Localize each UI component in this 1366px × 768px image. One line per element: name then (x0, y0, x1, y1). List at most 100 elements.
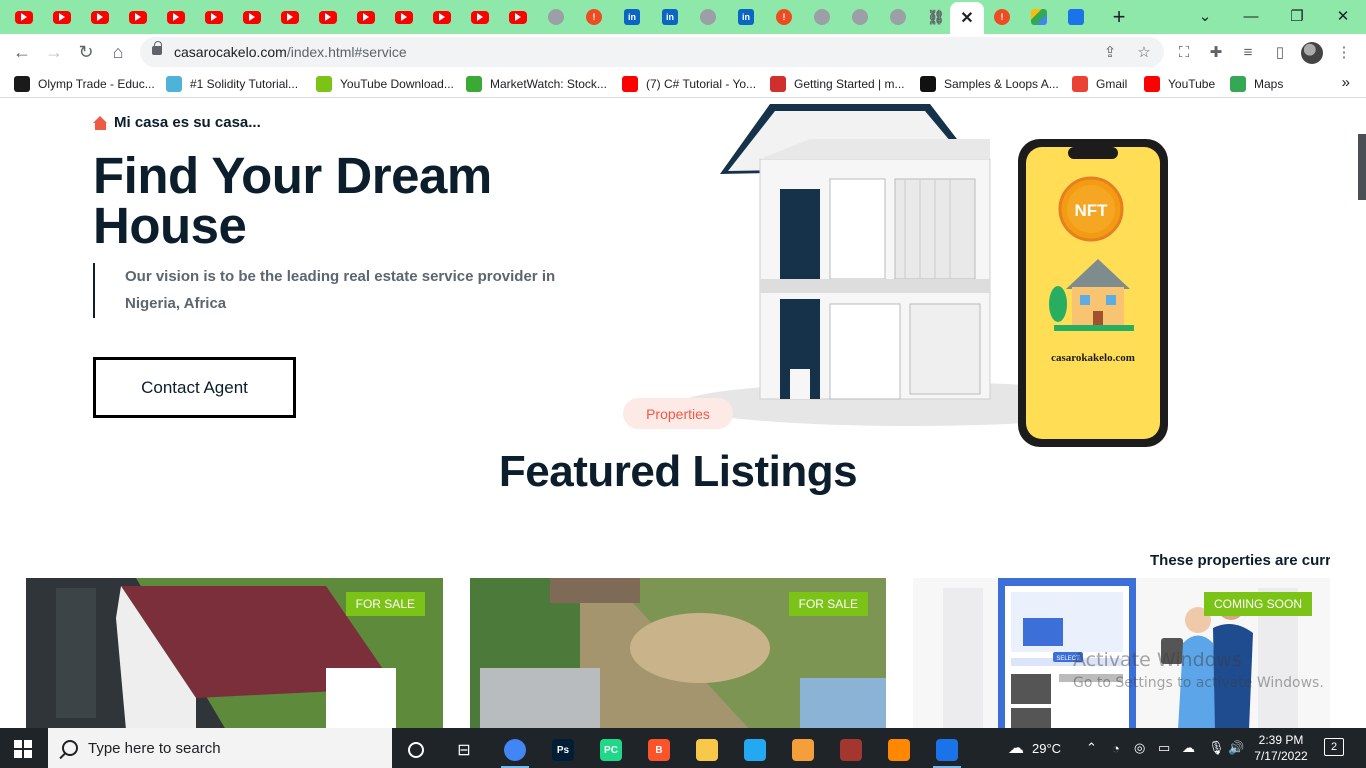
snipping-tool-app[interactable] (925, 732, 969, 768)
file-explorer-app[interactable] (685, 732, 729, 768)
minimize-button[interactable]: — (1228, 0, 1274, 32)
browser-tab[interactable] (846, 5, 874, 29)
watermark-subtitle: Go to Settings to activate Windows. (1073, 675, 1324, 691)
tray-overflow-icon[interactable]: ⌃ (1086, 728, 1097, 768)
listing-card[interactable]: FOR SALE (26, 578, 443, 728)
bookmark-favicon-icon (622, 76, 638, 92)
contact-agent-button[interactable]: Contact Agent (93, 357, 296, 418)
microphone-icon[interactable]: 🎙 (1208, 728, 1225, 768)
browser-tab[interactable] (884, 5, 912, 29)
menu-icon[interactable]: ⋮ (1333, 41, 1355, 63)
bookmark-favicon-icon (466, 76, 482, 92)
taskbar-search[interactable]: Type here to search (48, 728, 392, 768)
browser-tab[interactable] (466, 5, 494, 29)
globe-icon (814, 9, 830, 25)
close-tab-icon[interactable]: ✕ (960, 8, 973, 28)
battery-icon[interactable]: ▭ (1158, 728, 1170, 768)
bookmark-item[interactable]: YouTube (1144, 76, 1215, 92)
browser-tab[interactable] (694, 5, 722, 29)
browser-tab[interactable] (390, 5, 418, 29)
browser-tab[interactable]: in (618, 5, 646, 29)
extensions-icon[interactable]: ✚ (1205, 41, 1227, 63)
restore-button[interactable]: ❐ (1274, 0, 1320, 32)
bookmark-item[interactable]: YouTube Download... (316, 76, 454, 92)
pycharm-icon: PC (600, 739, 622, 761)
onedrive-icon[interactable]: ☁ (1182, 728, 1195, 768)
meet-now-icon[interactable]: ◎ (1134, 728, 1145, 768)
browser-tab[interactable]: ⛓ (922, 5, 950, 29)
browser-tab[interactable]: ! (770, 5, 798, 29)
media-control-icon[interactable]: ≡ (1237, 41, 1259, 63)
bookmark-item[interactable]: #1 Solidity Tutorial... (166, 76, 298, 92)
browser-tab[interactable]: in (732, 5, 760, 29)
browser-tab[interactable] (10, 5, 38, 29)
share-icon[interactable]: ⇪ (1100, 42, 1120, 62)
bookmark-item[interactable]: Olymp Trade - Educ... (14, 76, 155, 92)
search-icon (62, 740, 78, 756)
bookmark-label: Olymp Trade - Educ... (38, 77, 155, 91)
bookmark-item[interactable]: Getting Started | m... (770, 76, 905, 92)
browser-tab[interactable] (504, 5, 532, 29)
cast-icon[interactable]: ⛶ (1173, 41, 1195, 63)
bookmarks-overflow-icon[interactable]: » (1342, 74, 1350, 91)
scrollbar-thumb[interactable] (1358, 134, 1366, 200)
volume-icon[interactable]: 🔊 (1228, 728, 1244, 768)
browser-tab[interactable] (238, 5, 266, 29)
browser-tab[interactable] (276, 5, 304, 29)
windows-start-button[interactable] (14, 740, 32, 758)
browser-tab[interactable] (352, 5, 380, 29)
browser-tab[interactable] (542, 5, 570, 29)
side-panel-icon[interactable]: ▯ (1269, 41, 1291, 63)
bookmark-item[interactable]: Maps (1230, 76, 1283, 92)
home-button[interactable]: ⌂ (104, 38, 132, 66)
bookmark-item[interactable]: (7) C# Tutorial - Yo... (622, 76, 756, 92)
back-button[interactable]: ← (8, 38, 36, 66)
clock-date: 7/17/2022 (1254, 749, 1308, 763)
listing-card[interactable]: FOR SALE (470, 578, 886, 728)
browser-tab[interactable]: ! (580, 5, 608, 29)
chrome-app[interactable] (493, 732, 537, 768)
cortana-button[interactable] (394, 732, 438, 768)
close-window-button[interactable]: ✕ (1320, 0, 1366, 32)
task-view-button[interactable]: ⊟ (442, 732, 486, 768)
active-tab[interactable]: ✕ (950, 2, 984, 34)
media-player-app[interactable] (781, 732, 825, 768)
browser-tab[interactable] (1025, 5, 1053, 29)
tab-search-chevron-icon[interactable]: ⌄ (1182, 0, 1228, 32)
link-icon: ⛓ (927, 8, 945, 25)
bookmark-item[interactable]: Gmail (1072, 76, 1127, 92)
browser-tab[interactable] (48, 5, 76, 29)
photoshop-app[interactable]: Ps (541, 732, 585, 768)
system-clock[interactable]: 2:39 PM 7/17/2022 (1252, 732, 1310, 764)
network-icon[interactable]: ◔ (1112, 728, 1120, 768)
browser-tab[interactable]: ! (988, 5, 1016, 29)
browser-tab[interactable] (162, 5, 190, 29)
browser-tab[interactable] (200, 5, 228, 29)
brave-app[interactable]: B (637, 732, 681, 768)
url-text[interactable]: casarocakelo.com/index.html#service (174, 44, 407, 60)
browser-tab[interactable] (1062, 5, 1090, 29)
forward-button[interactable]: → (40, 38, 68, 66)
youtube-icon (53, 10, 71, 24)
bookmark-item[interactable]: Samples & Loops A... (920, 76, 1059, 92)
bookmark-star-icon[interactable]: ☆ (1134, 42, 1154, 62)
address-bar[interactable]: casarocakelo.com/index.html#service ⇪ ☆ (140, 37, 1164, 67)
browser-tab[interactable] (808, 5, 836, 29)
reload-button[interactable]: ↻ (72, 38, 100, 66)
lock-icon[interactable] (152, 41, 162, 55)
youtube-icon (509, 10, 527, 24)
browser-tab[interactable] (124, 5, 152, 29)
browser-tab[interactable]: in (656, 5, 684, 29)
pycharm-app[interactable]: PC (589, 732, 633, 768)
browser-tab[interactable] (314, 5, 342, 29)
profile-avatar[interactable] (1301, 42, 1323, 64)
weather-widget[interactable]: ☁ 29°C (1008, 728, 1061, 768)
notification-center-icon[interactable]: 2 (1324, 738, 1344, 756)
vscode-app[interactable] (733, 732, 777, 768)
winrar-app[interactable] (829, 732, 873, 768)
browser-tab[interactable] (428, 5, 456, 29)
new-tab-button[interactable]: + (1106, 4, 1132, 30)
vlc-app[interactable] (877, 732, 921, 768)
bookmark-item[interactable]: MarketWatch: Stock... (466, 76, 607, 92)
browser-tab[interactable] (86, 5, 114, 29)
